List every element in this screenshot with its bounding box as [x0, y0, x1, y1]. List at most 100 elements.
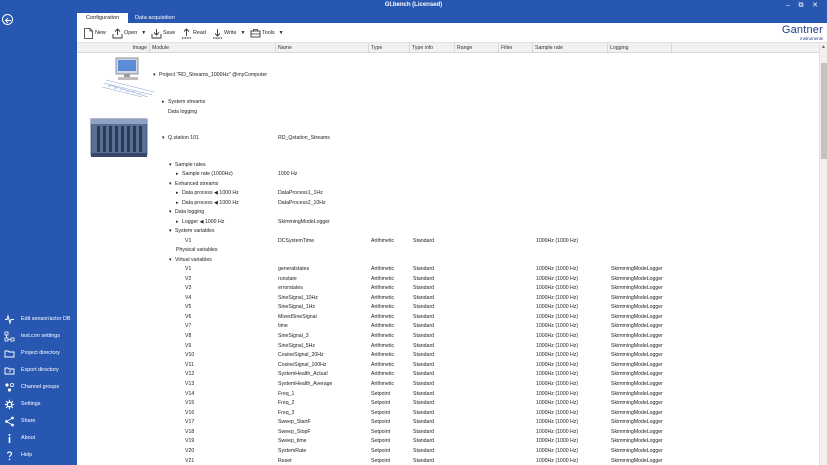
table-row[interactable]: V6 MixedSineSignal Arithmetic Standard 1000H… [77, 313, 819, 323]
tree-row-data-process-1[interactable]: ▸ Data process ◀ 1000 Hz DataProcess1_1Hz [77, 189, 819, 199]
tree-node-label: Data logging [168, 108, 198, 115]
arrow-left-icon [4, 17, 11, 24]
sidebar-item-export-directory[interactable]: Export directory [3, 363, 75, 377]
sidebar-item-label: test.con settings [21, 333, 60, 339]
cell-type-info: Standard [413, 448, 435, 455]
table-row[interactable]: V9 SineSignal_5Hz Arithmetic Standard 1000Hz… [77, 342, 819, 352]
tree-row-device[interactable]: ▾ Q.station 101 RD_Qstation_Streams [77, 134, 819, 144]
cell-type: Setpoint [371, 438, 391, 445]
table-row[interactable]: V1 generalstates Arithmetic Standard 1000Hz … [77, 265, 819, 275]
table-row[interactable]: V7 time Arithmetic Standard 1000Hz (1000 Hz)… [77, 322, 819, 332]
table-row[interactable]: V12 SystemHealth_Actual Arithmetic Standard… [77, 370, 819, 380]
column-header-module[interactable]: Module [150, 43, 276, 53]
info-icon [3, 432, 15, 444]
table-row[interactable]: V14 Freq_1 Setpoint Standard 1000Hz (1000 Hz… [77, 390, 819, 400]
sidebar-item-testcon-settings[interactable]: test.con settings [3, 329, 75, 343]
column-header-range[interactable]: Range [455, 43, 499, 53]
write-icon [212, 28, 223, 39]
open-icon [112, 27, 123, 39]
table-row[interactable]: V10 CosineSignal_20Hz Arithmetic Standard 10… [77, 351, 819, 361]
tree-row-virtual-variables[interactable]: ▾ Virtual variables [77, 256, 819, 266]
new-file-icon [83, 27, 94, 39]
column-header-type-info[interactable]: Type info [410, 43, 455, 53]
cell-name: errorstates [278, 285, 303, 292]
tree-row-physical-variables[interactable]: Physical variables [77, 246, 819, 256]
sidebar-item-project-directory[interactable]: Project directory [3, 346, 75, 360]
sidebar-item-about[interactable]: About [3, 431, 75, 445]
minimize-icon[interactable]: – [783, 1, 793, 11]
table-row[interactable]: V16 Freq_3 Setpoint Standard 1000Hz (1000 Hz… [77, 409, 819, 419]
tree-row-sample-rates[interactable]: ▾ Sample rates [77, 161, 819, 171]
back-button[interactable] [2, 14, 13, 25]
cell-name: MixedSineSignal [278, 313, 317, 320]
table-row[interactable]: V3 errorstates Arithmetic Standard 1000Hz (1… [77, 284, 819, 294]
tab-configuration[interactable]: Configuration [77, 13, 129, 23]
close-icon[interactable]: ✕ [810, 1, 820, 11]
table-row[interactable]: V17 Sweep_StartF Setpoint Standard 1000Hz (1… [77, 418, 819, 428]
cell-sample-rate: 1000Hz (1000 Hz) [536, 342, 579, 349]
table-row[interactable]: V1 DCSystemTime Arithmetic Standard 1000… [77, 237, 819, 247]
restore-icon[interactable]: ⧉ [796, 1, 806, 11]
column-header-image[interactable]: Image [77, 43, 150, 53]
save-button[interactable]: Save [151, 27, 175, 39]
tab-data-acquisition[interactable]: Data acquisition [126, 13, 184, 23]
sidebar-item-channel-groups[interactable]: Channel groups [3, 380, 75, 394]
table-row[interactable]: V4 SineSignal_10Hz Arithmetic Standard 1000H… [77, 294, 819, 304]
table-row[interactable]: V19 Sweep_time Setpoint Standard 1000Hz (100… [77, 437, 819, 447]
tree-node-label: Data logging [175, 209, 205, 215]
sidebar-item-sensor-db[interactable]: Edit sensor/actor DB [3, 312, 75, 326]
table-row[interactable]: V2 runstate Arithmetic Standard 1000Hz (1000… [77, 275, 819, 285]
table-row[interactable]: V18 Sweep_StopF Setpoint Standard 1000Hz (10… [77, 428, 819, 438]
table-row[interactable]: V20 SystemRate Setpoint Standard 1000Hz (100… [77, 447, 819, 457]
chevron-down-icon[interactable]: ▼ [279, 30, 284, 36]
channel-groups-icon [3, 381, 15, 393]
cell-logging: SkimmingModeLogger [611, 419, 663, 426]
tree-row-data-logging-top[interactable]: Data logging [77, 108, 819, 118]
new-button[interactable]: New [83, 27, 106, 39]
cell-logging: SkimmingModeLogger [611, 275, 663, 282]
tree-row-data-logging[interactable]: ▾ Data logging [77, 208, 819, 218]
scroll-up-icon[interactable]: ▲ [821, 44, 826, 50]
cell-type-info: Standard [413, 419, 435, 426]
cell-type: Setpoint [371, 409, 391, 416]
read-button[interactable]: Read [181, 27, 206, 39]
table-row[interactable]: V13 SystemHealth_Average Arithmetic Standar… [77, 380, 819, 390]
table-row[interactable]: V21 Reset Setpoint Standard 1000Hz (1000 Hz)… [77, 457, 819, 465]
tree-row-system-variables[interactable]: ▾ System variables [77, 227, 819, 237]
cell-module: V8 [185, 333, 192, 340]
cell-sample-rate: 1000Hz (1000 Hz) [536, 333, 579, 340]
table-row[interactable]: V15 Freq_2 Setpoint Standard 1000Hz (1000 Hz… [77, 399, 819, 409]
chevron-down-icon[interactable]: ▼ [240, 30, 245, 36]
scrollbar-thumb[interactable] [821, 63, 827, 159]
chevron-down-icon[interactable]: ▼ [141, 30, 146, 36]
table-row[interactable]: V5 SineSignal_1Hz Arithmetic Standard 1000Hz… [77, 303, 819, 313]
tools-button[interactable]: Tools ▼ [250, 27, 284, 39]
open-button[interactable]: Open ▼ [112, 27, 146, 39]
cell-type: Arithmetic [371, 333, 395, 340]
tree-row-enhanced-streams[interactable]: ▾ Enhanced streams [77, 180, 819, 190]
tree-row-data-process-2[interactable]: ▸ Data process ◀ 1000 Hz DataProcess2_10H… [77, 199, 819, 209]
column-header-logging[interactable]: Logging [608, 43, 672, 53]
tree-row-sample-rate-item[interactable]: ▸ Sample rate (1000Hz) 1000 Hz [77, 170, 819, 180]
cell-type: Setpoint [371, 419, 391, 426]
table-row[interactable]: V11 CosineSignal_100Hz Arithmetic Standard 1… [77, 361, 819, 371]
write-button[interactable]: Write ▼ [212, 27, 245, 39]
cell-logging: SkimmingModeLogger [611, 409, 663, 416]
tree-row-system-streams[interactable]: ▸ System streams [77, 98, 819, 108]
table-row[interactable]: V8 SineSignal_3 Arithmetic Standard 1000Hz (… [77, 332, 819, 342]
cell-logging: SkimmingModeLogger [611, 285, 663, 292]
column-header-type[interactable]: Type [369, 43, 410, 53]
vertical-scrollbar[interactable]: ▲ [819, 43, 827, 465]
sample-rate-value: 1000 Hz [278, 171, 298, 177]
cell-module: V6 [185, 313, 192, 320]
tree-row-logger[interactable]: ▸ Logger ◀ 1000 Hz SkimmingModeLogger [77, 218, 819, 228]
tree-row-project[interactable]: ▾ Project "RD_Streams_1000Hz" @myComputer [77, 71, 819, 81]
device-name: RD_Qstation_Streams [278, 135, 330, 141]
help-icon [3, 449, 15, 461]
sidebar-item-settings[interactable]: Settings [3, 397, 75, 411]
column-header-name[interactable]: Name [276, 43, 369, 53]
column-header-sample-rate[interactable]: Sample rate [533, 43, 608, 53]
sidebar-item-share[interactable]: Share [3, 414, 75, 428]
sidebar-item-help[interactable]: Help [3, 448, 75, 462]
column-header-filter[interactable]: Filter [499, 43, 533, 53]
